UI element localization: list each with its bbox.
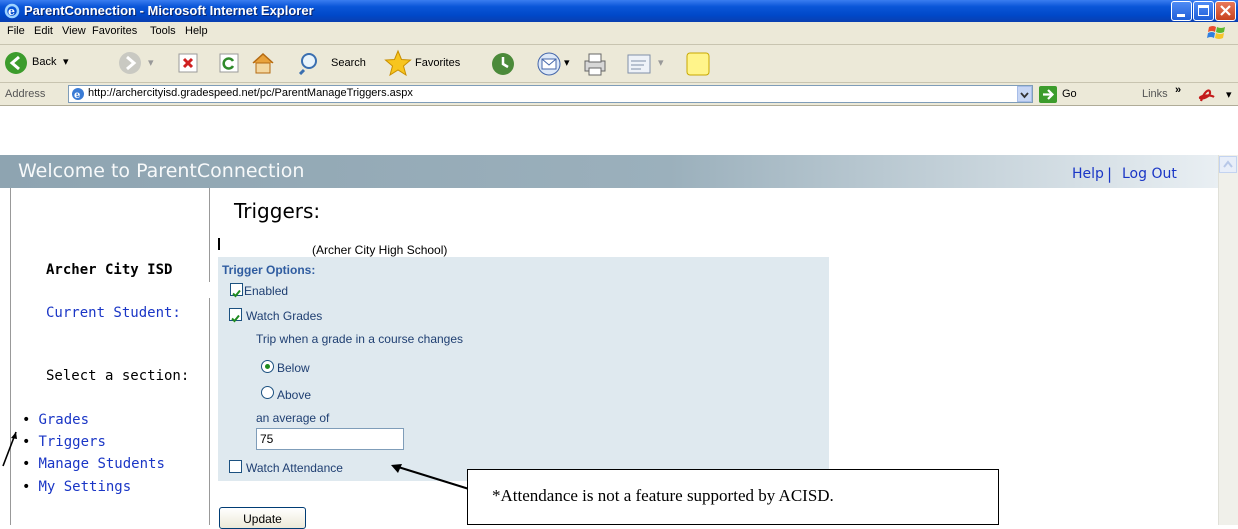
print-icon[interactable]: [582, 51, 608, 77]
menu-help[interactable]: Help: [185, 25, 208, 37]
average-input[interactable]: 75: [256, 428, 404, 450]
district-name: Archer City ISD: [46, 262, 173, 278]
average-label: an average of: [256, 411, 330, 425]
nav-label: Grades: [38, 412, 90, 428]
address-label: Address: [5, 88, 46, 100]
cursor-mark: [218, 238, 220, 250]
enabled-label: Enabled: [244, 284, 289, 298]
redacted-field: [88, 282, 232, 298]
windows-logo-icon: [1207, 26, 1225, 39]
notes-icon[interactable]: [685, 51, 711, 77]
nav-item-manage-students[interactable]: • Manage Students: [22, 456, 165, 472]
acrobat-dropdown-icon[interactable]: ▾: [1226, 88, 1232, 101]
welcome-heading: Welcome to ParentConnection: [18, 160, 305, 182]
go-arrow-icon[interactable]: [1039, 86, 1057, 103]
refresh-icon[interactable]: [219, 53, 239, 73]
logout-link[interactable]: Log Out: [1122, 166, 1177, 182]
svg-text:e: e: [74, 90, 80, 101]
watch-grades-label: Watch Grades: [246, 309, 323, 323]
edit-dropdown-icon[interactable]: ▾: [658, 56, 664, 69]
callout-arrow-icon: [391, 464, 470, 490]
watch-attendance-label: Watch Attendance: [246, 461, 343, 475]
home-icon[interactable]: [250, 51, 276, 75]
ie-page-icon: e: [72, 88, 84, 101]
current-student-link[interactable]: Current Student:: [46, 305, 181, 321]
vertical-scrollbar[interactable]: [1218, 155, 1238, 525]
enabled-checkbox[interactable]: [230, 283, 243, 298]
nav-item-grades[interactable]: • Grades: [22, 412, 89, 428]
above-radio[interactable]: [261, 386, 274, 399]
checkmark-icon: [232, 289, 241, 298]
svg-text:e: e: [8, 5, 15, 18]
callout-text: *Attendance is not a feature supported b…: [492, 486, 834, 505]
help-link[interactable]: Help: [1072, 166, 1104, 182]
menu-tools[interactable]: Tools: [150, 25, 176, 37]
pointer-arrow-icon: [2, 431, 17, 467]
below-radio[interactable]: [261, 360, 274, 373]
address-url: http://archercityisd.gradespeed.net/pc/P…: [88, 87, 413, 99]
nav-label: My Settings: [38, 479, 132, 495]
favorites-label[interactable]: Favorites: [415, 57, 460, 69]
scroll-up-button[interactable]: [1219, 156, 1237, 173]
close-button[interactable]: [1215, 1, 1236, 21]
below-label: Below: [277, 361, 310, 375]
edit-icon[interactable]: [626, 53, 652, 75]
watch-attendance-checkbox[interactable]: [229, 460, 242, 473]
go-button[interactable]: Go: [1062, 88, 1077, 100]
back-button[interactable]: Back ▾: [4, 49, 72, 77]
forward-dropdown-icon[interactable]: ▾: [148, 56, 154, 69]
nav-item-triggers[interactable]: • Triggers: [22, 434, 106, 450]
sidebar-divider: [209, 188, 210, 525]
watch-grades-checkbox[interactable]: [229, 308, 242, 323]
update-button[interactable]: Update: [219, 507, 306, 529]
stop-icon[interactable]: [178, 53, 198, 73]
nav-label: Triggers: [38, 434, 106, 450]
trip-description: Trip when a grade in a course changes: [256, 332, 464, 346]
search-icon[interactable]: [298, 51, 324, 75]
history-icon[interactable]: [490, 51, 516, 77]
above-label: Above: [277, 388, 312, 402]
minimize-button[interactable]: [1171, 1, 1192, 21]
maximize-button[interactable]: [1193, 1, 1214, 21]
acrobat-icon[interactable]: [1198, 86, 1218, 104]
links-label[interactable]: Links: [1142, 88, 1168, 100]
nav-item-my-settings[interactable]: • My Settings: [22, 479, 131, 495]
favorites-star-icon[interactable]: [384, 49, 412, 77]
back-arrow-icon: [5, 52, 27, 74]
options-heading: Trigger Options:: [222, 263, 316, 277]
menu-view[interactable]: View: [62, 25, 86, 37]
select-section-label: Select a section:: [46, 368, 190, 384]
close-icon: [1220, 5, 1231, 16]
search-label[interactable]: Search: [331, 57, 366, 69]
sidebar-left-border: [10, 188, 11, 525]
header-separator: |: [1107, 165, 1113, 183]
chevron-right-icon[interactable]: »: [1175, 84, 1181, 96]
window-title: ParentConnection - Microsoft Internet Ex…: [24, 3, 314, 18]
menu-file[interactable]: File: [7, 25, 25, 37]
forward-arrow-icon[interactable]: [118, 51, 142, 75]
nav-label: Manage Students: [38, 456, 165, 472]
mail-icon[interactable]: [536, 51, 562, 77]
menu-edit[interactable]: Edit: [34, 25, 53, 37]
ie-logo-icon: e: [4, 3, 20, 19]
address-dropdown-icon[interactable]: [1017, 86, 1032, 102]
menu-favorites[interactable]: Favorites: [92, 25, 137, 37]
redacted-student-name: [47, 323, 178, 343]
mail-dropdown-icon[interactable]: ▾: [564, 56, 570, 69]
back-dropdown-icon[interactable]: ▾: [63, 55, 69, 68]
back-label: Back: [32, 56, 57, 68]
checkmark-icon: [231, 314, 240, 323]
page-title: Triggers:: [234, 199, 321, 223]
school-name: (Archer City High School): [312, 243, 448, 257]
